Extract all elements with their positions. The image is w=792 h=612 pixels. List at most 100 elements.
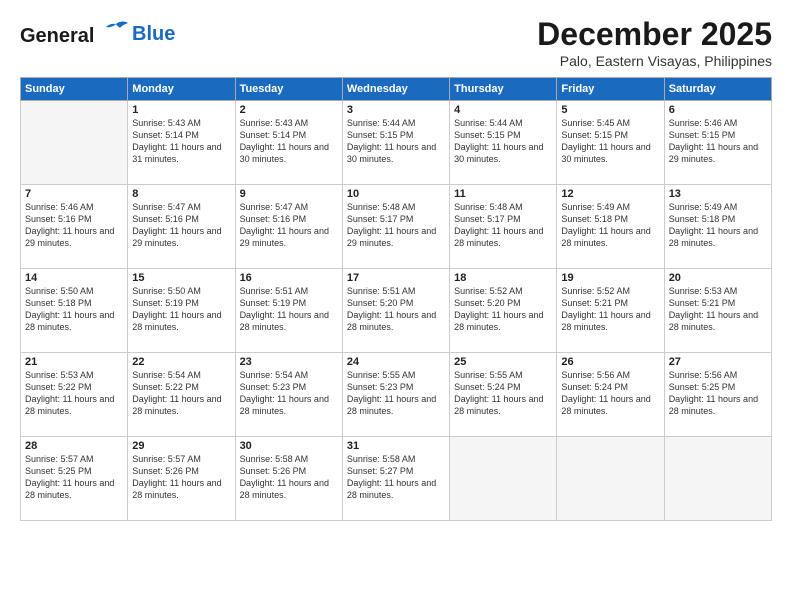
header: General Blue December 2025 Palo, Eastern… (20, 16, 772, 69)
calendar-table: Sunday Monday Tuesday Wednesday Thursday… (20, 77, 772, 521)
table-row: 5Sunrise: 5:45 AMSunset: 5:15 PMDaylight… (557, 101, 664, 185)
day-number: 27 (669, 356, 767, 368)
day-info: Sunrise: 5:54 AMSunset: 5:22 PMDaylight:… (132, 369, 230, 418)
table-row: 7Sunrise: 5:46 AMSunset: 5:16 PMDaylight… (21, 185, 128, 269)
table-row: 24Sunrise: 5:55 AMSunset: 5:23 PMDayligh… (342, 353, 449, 437)
calendar-week-row: 7Sunrise: 5:46 AMSunset: 5:16 PMDaylight… (21, 185, 772, 269)
day-number: 24 (347, 356, 445, 368)
table-row: 1Sunrise: 5:43 AMSunset: 5:14 PMDaylight… (128, 101, 235, 185)
col-saturday: Saturday (664, 78, 771, 101)
table-row: 6Sunrise: 5:46 AMSunset: 5:15 PMDaylight… (664, 101, 771, 185)
col-friday: Friday (557, 78, 664, 101)
day-number: 18 (454, 272, 552, 284)
day-info: Sunrise: 5:46 AMSunset: 5:16 PMDaylight:… (25, 201, 123, 250)
table-row: 26Sunrise: 5:56 AMSunset: 5:24 PMDayligh… (557, 353, 664, 437)
day-info: Sunrise: 5:47 AMSunset: 5:16 PMDaylight:… (240, 201, 338, 250)
table-row: 31Sunrise: 5:58 AMSunset: 5:27 PMDayligh… (342, 437, 449, 521)
logo-general: General (20, 25, 94, 47)
day-info: Sunrise: 5:57 AMSunset: 5:25 PMDaylight:… (25, 453, 123, 502)
table-row: 2Sunrise: 5:43 AMSunset: 5:14 PMDaylight… (235, 101, 342, 185)
day-number: 23 (240, 356, 338, 368)
col-wednesday: Wednesday (342, 78, 449, 101)
day-number: 29 (132, 440, 230, 452)
day-number: 19 (561, 272, 659, 284)
day-info: Sunrise: 5:52 AMSunset: 5:20 PMDaylight:… (454, 285, 552, 334)
day-number: 6 (669, 104, 767, 116)
table-row: 27Sunrise: 5:56 AMSunset: 5:25 PMDayligh… (664, 353, 771, 437)
table-row: 29Sunrise: 5:57 AMSunset: 5:26 PMDayligh… (128, 437, 235, 521)
day-number: 16 (240, 272, 338, 284)
table-row: 13Sunrise: 5:49 AMSunset: 5:18 PMDayligh… (664, 185, 771, 269)
calendar-week-row: 21Sunrise: 5:53 AMSunset: 5:22 PMDayligh… (21, 353, 772, 437)
day-info: Sunrise: 5:51 AMSunset: 5:20 PMDaylight:… (347, 285, 445, 334)
day-info: Sunrise: 5:43 AMSunset: 5:14 PMDaylight:… (240, 117, 338, 166)
day-info: Sunrise: 5:53 AMSunset: 5:22 PMDaylight:… (25, 369, 123, 418)
table-row: 14Sunrise: 5:50 AMSunset: 5:18 PMDayligh… (21, 269, 128, 353)
table-row (450, 437, 557, 521)
day-info: Sunrise: 5:55 AMSunset: 5:24 PMDaylight:… (454, 369, 552, 418)
day-info: Sunrise: 5:50 AMSunset: 5:19 PMDaylight:… (132, 285, 230, 334)
day-number: 7 (25, 188, 123, 200)
day-info: Sunrise: 5:46 AMSunset: 5:15 PMDaylight:… (669, 117, 767, 166)
table-row: 8Sunrise: 5:47 AMSunset: 5:16 PMDaylight… (128, 185, 235, 269)
table-row: 23Sunrise: 5:54 AMSunset: 5:23 PMDayligh… (235, 353, 342, 437)
day-number: 2 (240, 104, 338, 116)
day-info: Sunrise: 5:55 AMSunset: 5:23 PMDaylight:… (347, 369, 445, 418)
day-number: 30 (240, 440, 338, 452)
logo-bird-icon (102, 20, 130, 42)
day-info: Sunrise: 5:52 AMSunset: 5:21 PMDaylight:… (561, 285, 659, 334)
logo: General Blue (20, 20, 175, 47)
day-info: Sunrise: 5:50 AMSunset: 5:18 PMDaylight:… (25, 285, 123, 334)
day-info: Sunrise: 5:49 AMSunset: 5:18 PMDaylight:… (561, 201, 659, 250)
day-number: 26 (561, 356, 659, 368)
day-info: Sunrise: 5:56 AMSunset: 5:25 PMDaylight:… (669, 369, 767, 418)
day-info: Sunrise: 5:53 AMSunset: 5:21 PMDaylight:… (669, 285, 767, 334)
table-row: 18Sunrise: 5:52 AMSunset: 5:20 PMDayligh… (450, 269, 557, 353)
day-info: Sunrise: 5:57 AMSunset: 5:26 PMDaylight:… (132, 453, 230, 502)
day-number: 20 (669, 272, 767, 284)
day-number: 9 (240, 188, 338, 200)
day-number: 10 (347, 188, 445, 200)
day-number: 12 (561, 188, 659, 200)
day-info: Sunrise: 5:48 AMSunset: 5:17 PMDaylight:… (454, 201, 552, 250)
table-row: 3Sunrise: 5:44 AMSunset: 5:15 PMDaylight… (342, 101, 449, 185)
day-number: 14 (25, 272, 123, 284)
day-info: Sunrise: 5:54 AMSunset: 5:23 PMDaylight:… (240, 369, 338, 418)
table-row: 20Sunrise: 5:53 AMSunset: 5:21 PMDayligh… (664, 269, 771, 353)
day-info: Sunrise: 5:49 AMSunset: 5:18 PMDaylight:… (669, 201, 767, 250)
day-number: 8 (132, 188, 230, 200)
day-info: Sunrise: 5:58 AMSunset: 5:27 PMDaylight:… (347, 453, 445, 502)
day-number: 11 (454, 188, 552, 200)
day-number: 15 (132, 272, 230, 284)
day-number: 25 (454, 356, 552, 368)
calendar-week-row: 28Sunrise: 5:57 AMSunset: 5:25 PMDayligh… (21, 437, 772, 521)
table-row (557, 437, 664, 521)
calendar-header-row: Sunday Monday Tuesday Wednesday Thursday… (21, 78, 772, 101)
day-info: Sunrise: 5:48 AMSunset: 5:17 PMDaylight:… (347, 201, 445, 250)
table-row: 4Sunrise: 5:44 AMSunset: 5:15 PMDaylight… (450, 101, 557, 185)
day-number: 28 (25, 440, 123, 452)
location: Palo, Eastern Visayas, Philippines (537, 53, 772, 69)
day-info: Sunrise: 5:56 AMSunset: 5:24 PMDaylight:… (561, 369, 659, 418)
day-number: 22 (132, 356, 230, 368)
day-number: 3 (347, 104, 445, 116)
day-number: 31 (347, 440, 445, 452)
day-number: 4 (454, 104, 552, 116)
day-number: 1 (132, 104, 230, 116)
day-info: Sunrise: 5:44 AMSunset: 5:15 PMDaylight:… (347, 117, 445, 166)
day-info: Sunrise: 5:44 AMSunset: 5:15 PMDaylight:… (454, 117, 552, 166)
table-row: 10Sunrise: 5:48 AMSunset: 5:17 PMDayligh… (342, 185, 449, 269)
table-row: 11Sunrise: 5:48 AMSunset: 5:17 PMDayligh… (450, 185, 557, 269)
table-row: 28Sunrise: 5:57 AMSunset: 5:25 PMDayligh… (21, 437, 128, 521)
table-row: 22Sunrise: 5:54 AMSunset: 5:22 PMDayligh… (128, 353, 235, 437)
day-info: Sunrise: 5:43 AMSunset: 5:14 PMDaylight:… (132, 117, 230, 166)
table-row: 19Sunrise: 5:52 AMSunset: 5:21 PMDayligh… (557, 269, 664, 353)
table-row: 21Sunrise: 5:53 AMSunset: 5:22 PMDayligh… (21, 353, 128, 437)
col-tuesday: Tuesday (235, 78, 342, 101)
table-row: 25Sunrise: 5:55 AMSunset: 5:24 PMDayligh… (450, 353, 557, 437)
day-number: 13 (669, 188, 767, 200)
month-title: December 2025 (537, 16, 772, 53)
table-row: 30Sunrise: 5:58 AMSunset: 5:26 PMDayligh… (235, 437, 342, 521)
table-row (664, 437, 771, 521)
day-info: Sunrise: 5:45 AMSunset: 5:15 PMDaylight:… (561, 117, 659, 166)
